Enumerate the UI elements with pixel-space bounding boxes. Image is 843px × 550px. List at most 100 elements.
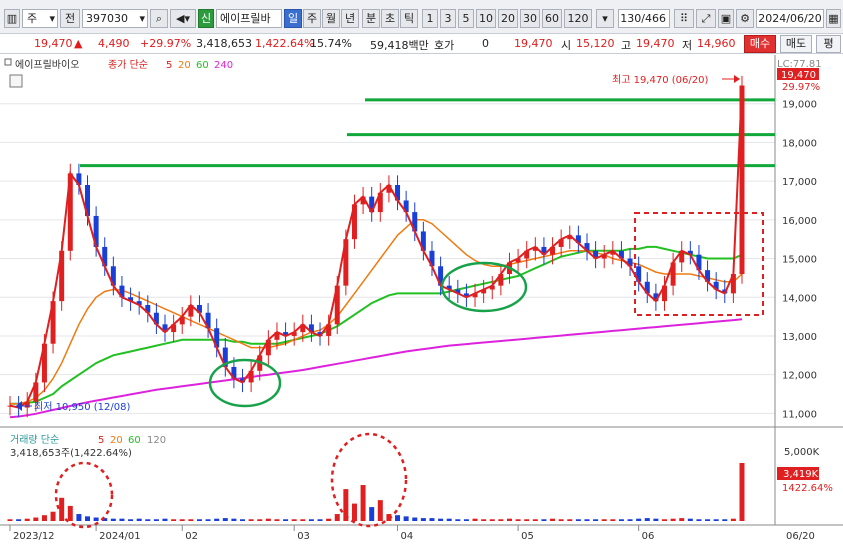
volume-bar (7, 519, 13, 521)
settings-icon[interactable]: ⚙ (736, 9, 754, 28)
vol-ma60-legend: 60 (128, 435, 141, 446)
buy-button[interactable]: 매수 (744, 35, 776, 53)
volume-bar (136, 518, 142, 521)
tab-minute[interactable]: 분 (362, 9, 380, 28)
chart-tool-icon[interactable]: ⤢ (696, 9, 716, 28)
minute-option-5[interactable]: 5 (458, 9, 474, 28)
minute-option-60[interactable]: 60 (542, 9, 562, 28)
volume-bar (179, 519, 185, 521)
volume-bar (420, 518, 426, 521)
volume-bar (593, 519, 599, 521)
chart-background (0, 55, 843, 547)
stock-title: 에이프릴바이오 (15, 58, 79, 71)
tab-tick[interactable]: 틱 (400, 9, 418, 28)
volume-bar (265, 518, 271, 521)
vol-ma5-legend: 5 (98, 435, 104, 446)
calendar-icon[interactable]: ▦ (826, 9, 841, 28)
volume-bar (377, 500, 383, 521)
volume-bar (575, 519, 581, 521)
grid-icon[interactable]: ⠿ (674, 9, 694, 28)
volume-bar (360, 485, 366, 521)
volume-bar (584, 519, 590, 521)
minute-option-3[interactable]: 3 (440, 9, 456, 28)
vol-ma120-legend: 120 (147, 435, 166, 446)
code-input[interactable]: 397030 ▾ (82, 9, 148, 28)
save-icon[interactable]: ▣ (718, 9, 734, 28)
eval-button[interactable]: 평 (816, 35, 841, 53)
search-icon[interactable]: ⌕ (150, 9, 168, 28)
up-arrow-icon: ▲ (74, 37, 83, 50)
chevron-down-icon[interactable]: ▾ (596, 9, 614, 28)
volume-bar (50, 511, 56, 521)
volume-bar (472, 518, 478, 521)
new-badge: 신 (198, 9, 214, 28)
expand-icon[interactable] (9, 74, 23, 88)
ma20-legend: 20 (178, 60, 191, 71)
volume-bar (145, 519, 151, 521)
volume-bar (739, 463, 745, 521)
close-price: 19,470 (514, 37, 553, 50)
ma60-legend: 60 (196, 60, 209, 71)
x-tick-label: 06 (642, 531, 655, 542)
volume-bar (515, 519, 521, 521)
volume-bar (446, 518, 452, 521)
volume-bar (300, 519, 306, 521)
volume-bar (644, 518, 650, 521)
x-tick-label: 03 (297, 531, 310, 542)
chevron-down-icon: ▾ (49, 12, 55, 25)
volume-bar (395, 515, 401, 521)
toolbar: ▥ 주 ▾ 전 397030 ▾ ⌕ ◀▾ 신 에이프릴바 일 주 월 년 분 초 … (0, 0, 843, 34)
volume-bar (283, 519, 289, 521)
y-axis: 19,000 18,000 17,000 16,000 15,000 14,000 13,0… (782, 100, 817, 421)
y-tick-label: 14,000 (782, 293, 817, 304)
volume-bar (128, 519, 134, 521)
minute-option-30[interactable]: 30 (520, 9, 540, 28)
volume-legend-label: 거래량 단순 (10, 434, 59, 446)
low-note: 최저 10,950 (12/08) (34, 401, 130, 413)
price-tag-text: 19,470 (781, 70, 816, 81)
tab-day[interactable]: 일 (284, 9, 302, 28)
sell-button[interactable]: 매도 (780, 35, 812, 53)
minute-option-20[interactable]: 20 (498, 9, 518, 28)
vol-ma20-legend: 20 (110, 435, 123, 446)
type-select[interactable]: 주 ▾ (22, 9, 58, 28)
volume-bar (661, 519, 667, 521)
tab-year[interactable]: 년 (341, 9, 359, 28)
volume-bar (205, 519, 211, 521)
tab-second[interactable]: 초 (381, 9, 399, 28)
minute-option-120[interactable]: 120 (564, 9, 592, 28)
volume-bar (369, 507, 375, 521)
volume-bar (455, 519, 461, 521)
tab-month[interactable]: 월 (322, 9, 340, 28)
code-value: 397030 (86, 12, 128, 25)
volume-bar (59, 497, 65, 521)
volume-bar (85, 516, 91, 521)
price-chart[interactable]: 에이프릴바이오 종가 단순 5 20 60 240 19,000 18,000 17… (0, 55, 843, 547)
hoga-label: 호가 (434, 39, 455, 52)
volume-bar (403, 516, 409, 521)
x-tick-label: 06/20 (786, 531, 815, 542)
stock-name[interactable]: 에이프릴바 (216, 9, 282, 28)
volume-bar (222, 518, 228, 521)
turnover-rate: 15.74% (310, 37, 352, 50)
range-field[interactable]: 130/466 (618, 9, 670, 28)
volume-bar (636, 518, 642, 521)
volume-value: 3,418,653 (196, 37, 252, 50)
volume-bar (326, 518, 332, 521)
quote-bar: 19,470 ▲ 4,490 +29.97% 3,418,653 1,422.6… (0, 34, 843, 54)
minute-option-1[interactable]: 1 (422, 9, 438, 28)
date-field[interactable]: 2024/06/20 (756, 9, 824, 28)
volume-bar (627, 519, 633, 521)
y-tick-label: 11,000 (782, 409, 817, 420)
sound-icon[interactable]: ◀▾ (170, 9, 196, 28)
vol-tick: 5,000K (784, 447, 820, 458)
pct-tag: 29.97% (782, 82, 820, 93)
layout-icon[interactable]: ▥ (4, 9, 20, 28)
ma5-legend: 5 (166, 60, 172, 71)
tab-week[interactable]: 주 (303, 9, 321, 28)
volume-bar (231, 518, 237, 521)
market-select[interactable]: 전 (60, 9, 80, 28)
volume-bar (541, 519, 547, 521)
volume-bar (119, 518, 125, 521)
minute-option-10[interactable]: 10 (476, 9, 496, 28)
